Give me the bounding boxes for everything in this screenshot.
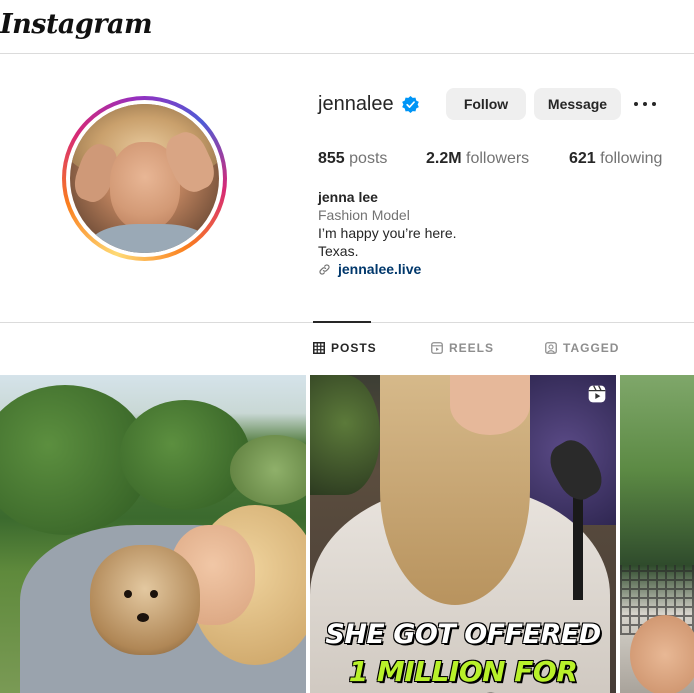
active-tab-indicator (313, 321, 371, 323)
reel-tile[interactable]: SHE GOT OFFERED 1 MILLION FOR THIS (310, 375, 616, 693)
tab-tagged[interactable]: TAGGED (545, 341, 619, 355)
posts-label: posts (349, 150, 388, 167)
post-tile[interactable] (620, 375, 694, 693)
tab-posts[interactable]: POSTS (313, 341, 377, 355)
profile-username: jennalee (318, 93, 394, 115)
following-count: 621 (569, 150, 596, 167)
posts-stat: 855 posts (318, 150, 387, 168)
more-options-icon[interactable] (632, 94, 658, 114)
following-stat[interactable]: 621 following (569, 150, 662, 168)
profile-avatar[interactable] (70, 104, 219, 253)
instagram-logo[interactable]: Instagram (0, 9, 153, 40)
followers-label: followers (466, 150, 530, 167)
reel-badge-icon (588, 385, 606, 403)
verified-badge-icon (402, 95, 419, 114)
reel-caption-line-1: SHE GOT OFFERED (325, 619, 601, 650)
followers-count: 2.2M (426, 150, 462, 167)
link-icon (319, 264, 330, 275)
bio-location: Texas. (318, 243, 359, 259)
tagged-icon (545, 342, 557, 354)
post-tile[interactable] (0, 375, 306, 693)
follow-button[interactable]: Follow (446, 88, 526, 120)
top-bar: Instagram (0, 0, 694, 54)
followers-stat[interactable]: 2.2M followers (426, 150, 529, 168)
reel-caption-line-2: 1 MILLION FOR THIS (348, 655, 578, 693)
bio-website-link[interactable]: jennalee.live (338, 261, 421, 277)
posts-count: 855 (318, 150, 345, 167)
message-button[interactable]: Message (534, 88, 621, 120)
following-label: following (600, 150, 663, 167)
tab-tagged-label: TAGGED (563, 341, 620, 355)
profile-avatar-ring[interactable] (62, 96, 227, 261)
tab-posts-label: POSTS (331, 341, 377, 355)
tab-reels-label: REELS (449, 341, 495, 355)
bio-text-line: I’m happy you’re here. (318, 225, 457, 241)
grid-icon (313, 342, 325, 354)
bio-category: Fashion Model (318, 207, 410, 223)
tab-reels[interactable]: REELS (431, 341, 494, 355)
reels-icon (431, 342, 443, 354)
bio-full-name: jenna lee (318, 189, 378, 205)
